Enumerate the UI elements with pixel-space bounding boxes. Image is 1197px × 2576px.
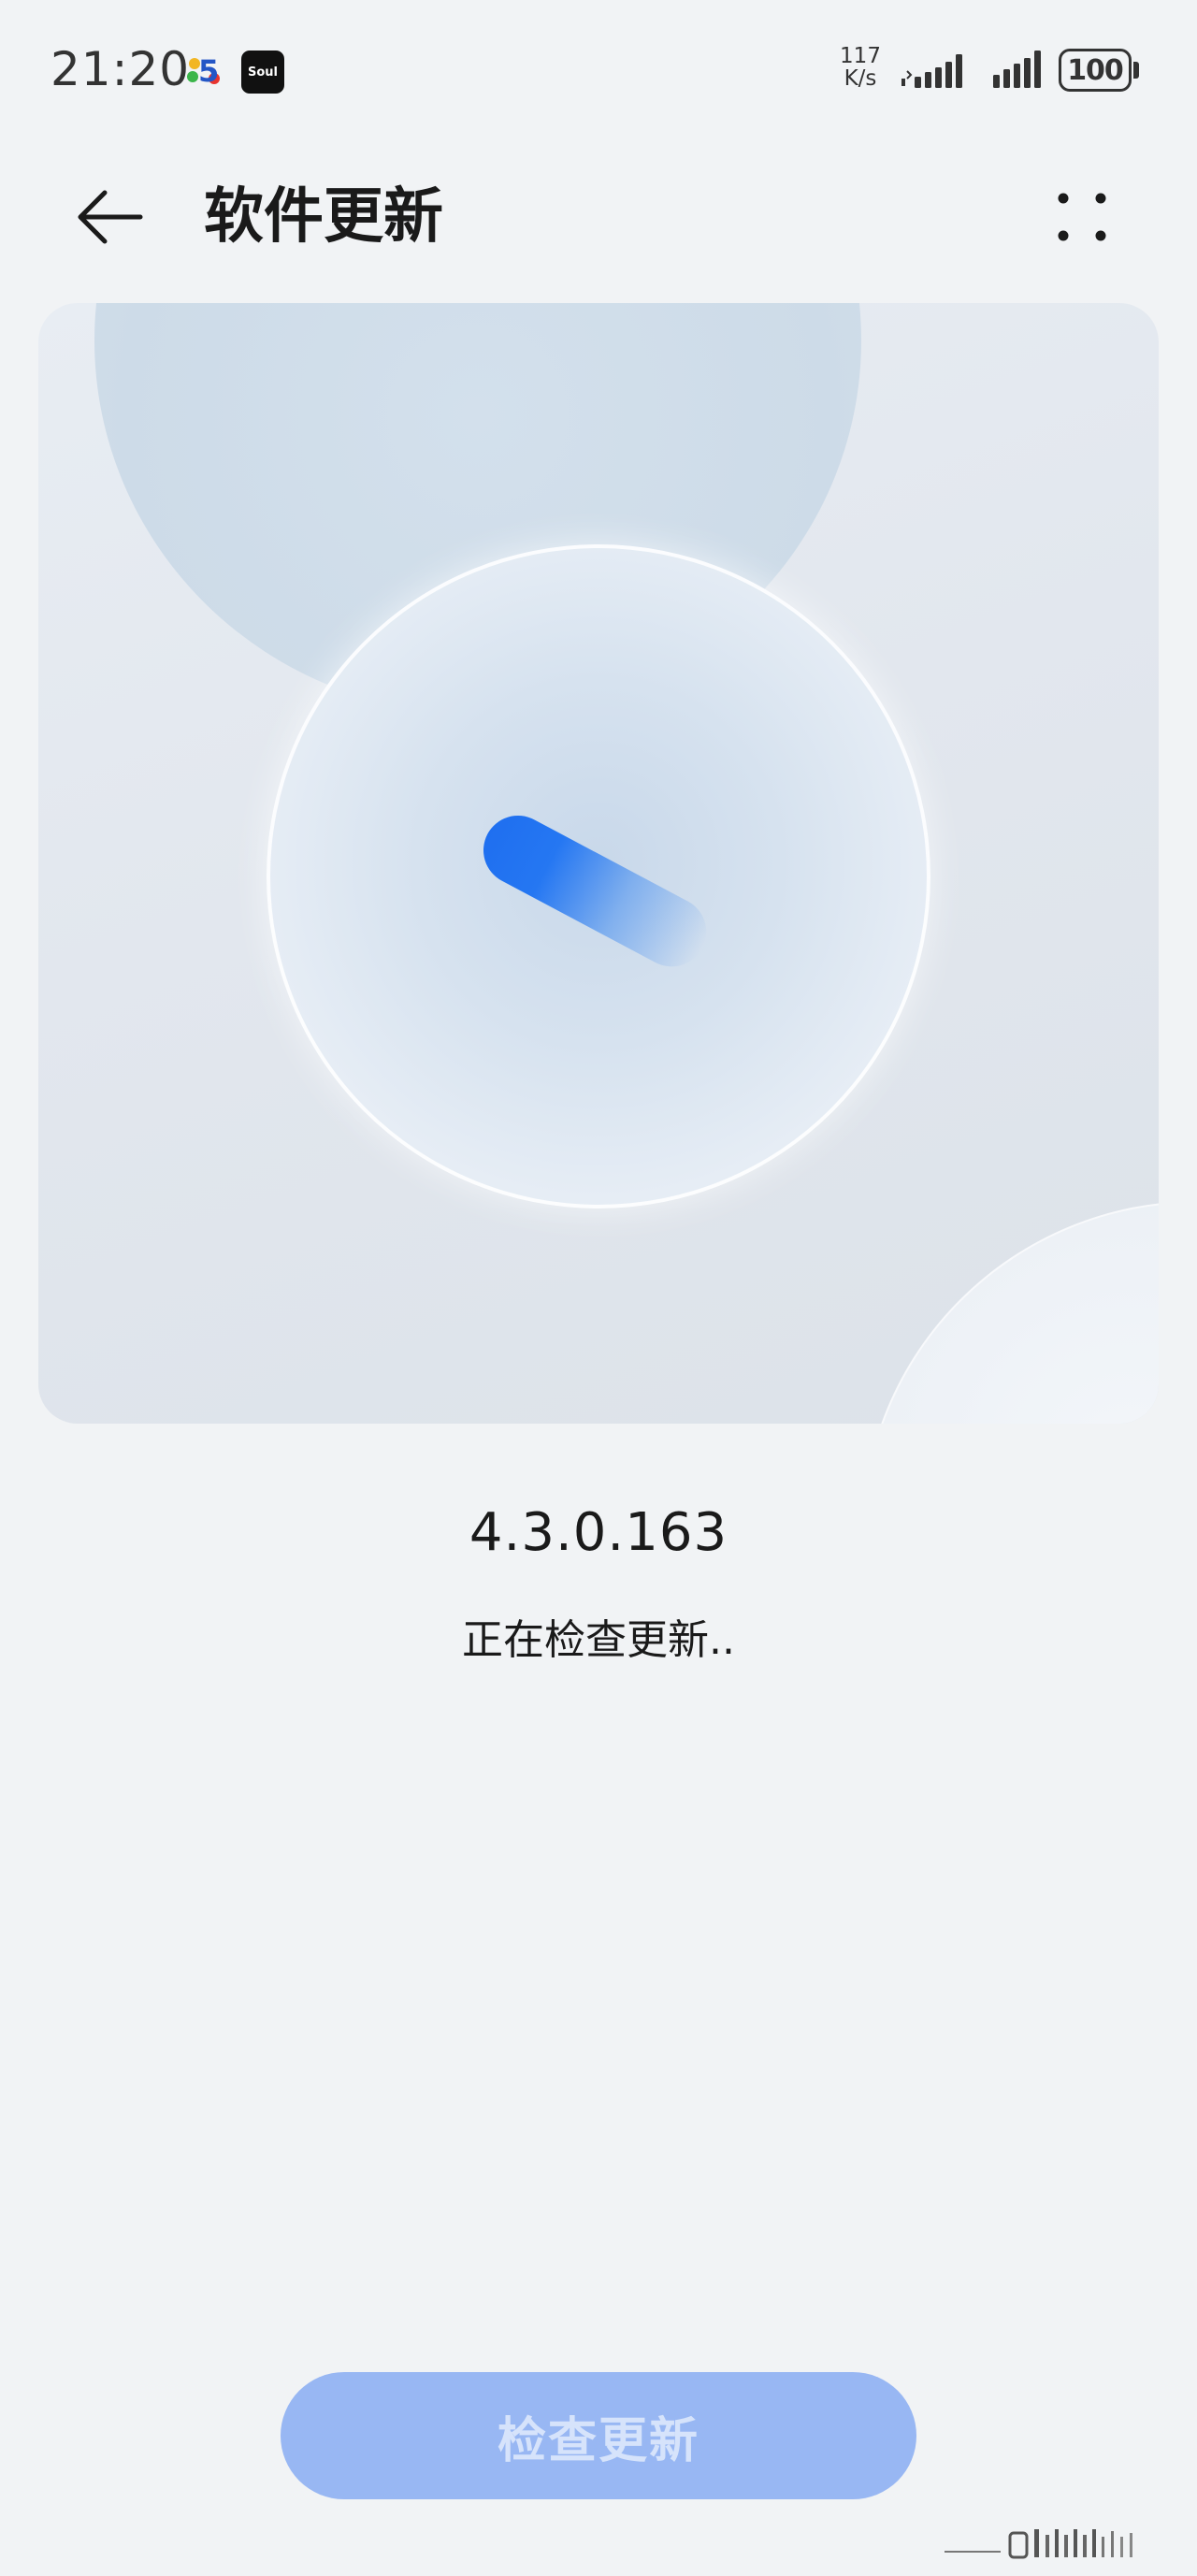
network-speed-unit: K/s [844,66,877,91]
status-time: 21:20 [50,42,191,96]
arrow-left-icon [78,190,143,244]
more-options-button[interactable] [1040,180,1124,254]
soul-app-icon: Soul [241,51,284,94]
update-status-text: 正在检查更新.. [462,1616,735,1664]
cellular-signal-1-icon [901,54,962,88]
svg-text:5: 5 [198,53,219,89]
status-bar: 21:20 5 Soul 117 K/s 100 [0,0,1197,140]
watermark-graphic [945,2529,1132,2559]
network-speed: 117 K/s [836,45,885,90]
battery-tip [1133,62,1139,79]
version-number: 4.3.0.163 [469,1502,728,1563]
update-animation-card [38,303,1159,1424]
check-update-button[interactable]: 检查更新 [281,2372,916,2499]
page-title: 软件更新 [204,182,443,252]
network-speed-value: 117 [840,44,881,68]
battery-icon: 100 [1059,49,1139,92]
app-5-icon: 5 [187,53,220,89]
more-dots-icon [1058,193,1106,241]
battery-level: 100 [1059,49,1132,92]
soul-app-icon-label: Soul [247,65,278,80]
back-button[interactable] [67,180,151,254]
cellular-signal-2-icon [993,51,1041,88]
decorative-bubble-bottom-right [861,1201,1159,1424]
app-header: 软件更新 [0,159,1197,271]
